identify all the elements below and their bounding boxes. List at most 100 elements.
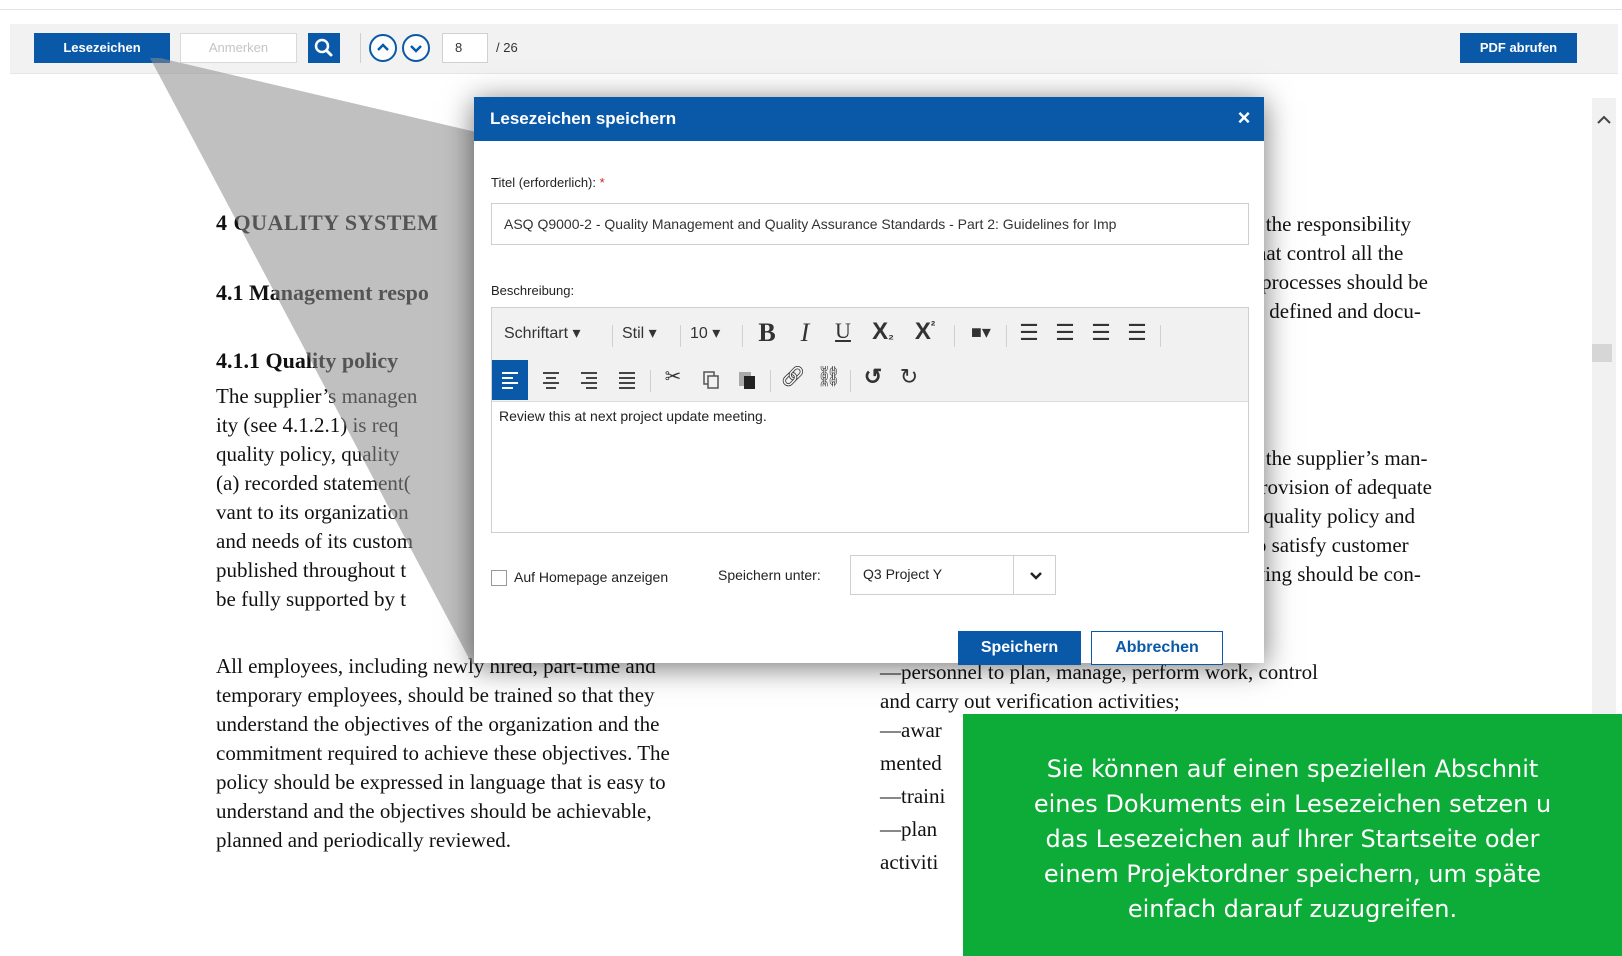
subscript-icon[interactable]: X₂ [866,318,900,346]
align-left-button[interactable] [492,360,528,400]
toolbar-separator [1160,325,1161,347]
callout-line: das Lesezeichen auf Ihrer Startseite ode… [1045,825,1540,853]
callout-line: eines Dokuments ein Lesezeichen setzen u [1033,790,1552,818]
document-text-line: l processes should be [1250,270,1428,294]
align-center-icon[interactable] [536,366,566,397]
save-under-value: Q3 Project Y [863,566,943,582]
document-text-line: policy should be expressed in language t… [216,770,666,794]
dialog-title: Lesezeichen speichern [490,109,677,128]
section-heading-4-1-1: 4.1.1 Quality policy [216,348,399,373]
cancel-button[interactable]: Abbrechen [1091,631,1223,665]
document-text-line: wing should be con- [1250,562,1421,586]
superscript-icon[interactable]: X² [908,318,942,346]
document-text-line: (a) recorded statement( [216,471,411,495]
scroll-up-icon[interactable] [1590,112,1618,132]
get-pdf-button[interactable]: PDF abrufen [1460,33,1577,63]
next-page-button[interactable] [402,34,430,62]
scrollbar-thumb[interactable] [1592,344,1612,362]
document-text-line: ts defined and docu- [1250,299,1421,323]
toolbar-separator [612,325,613,347]
document-text-line: temporary employees, should be trained s… [216,683,655,707]
bookmark-title-input[interactable]: ASQ Q9000-2 - Quality Management and Qua… [491,203,1249,245]
toolbar-separator [954,325,955,347]
dialog-header: Lesezeichen speichern × [474,97,1264,141]
toolbar-separator [742,325,743,347]
align-justify-icon[interactable] [612,366,642,397]
chevron-up-icon [377,43,389,51]
document-text-line: planned and periodically reviewed. [216,828,512,852]
size-dropdown-label: 10 [690,325,708,342]
select-divider [1013,556,1014,594]
toolbar-separator [1006,325,1007,347]
homepage-checkbox-label: Auf Homepage anzeigen [514,569,669,585]
document-text-line: The supplier’s managen [216,384,418,408]
callout-line: Sie können auf einen speziellen Abschnit [1046,755,1539,783]
document-toolbar: Lesezeichen Anmerken 8 / 26 PDF abrufen [10,24,1618,74]
toolbar-separator [650,370,651,392]
info-callout: Sie können auf einen speziellen Abschnit… [963,714,1622,956]
document-text-line: activiti [880,850,939,874]
document-text-line: —traini [880,784,946,808]
description-editor: Schriftart ▾ Stil ▾ 10 ▾ B I U X₂ X² ■▾ … [491,307,1249,533]
search-button[interactable] [308,33,340,63]
undo-icon[interactable]: ↺ [858,364,888,390]
text-color-icon[interactable]: ■▾ [962,322,1000,343]
font-dropdown-label: Schriftart [504,325,569,342]
title-label: Titel (erforderlich): * [491,175,605,190]
style-dropdown-label: Stil [622,325,645,342]
document-text-line: that control all the [1250,241,1404,265]
search-icon [314,38,333,57]
unlink-icon[interactable]: ⛓︎ [814,364,844,389]
bold-icon[interactable]: B [752,318,782,348]
previous-page-button[interactable] [369,34,397,62]
chevron-down-icon [410,45,422,53]
homepage-checkbox[interactable] [491,570,507,586]
document-text-line: —awar [880,718,942,742]
document-text-line: —plan [880,817,938,841]
page-number-input[interactable]: 8 [442,33,488,63]
description-text[interactable]: Review this at next project update meeti… [499,408,767,424]
section-heading-4-1: 4.1 Management respo [216,280,429,305]
document-text-line: quality policy, quality [216,442,400,466]
copy-icon[interactable] [696,366,726,397]
document-text-line: y the supplier’s man- [1250,446,1428,470]
document-text-line: published throughout t [216,558,407,582]
document-text-line: g the responsibility [1250,212,1411,236]
toolbar-separator [770,370,771,392]
align-right-icon[interactable] [574,366,604,397]
save-under-label: Speichern unter: [718,567,821,583]
link-icon[interactable]: 🔗︎ [778,364,808,389]
toolbar-separator [850,370,851,392]
document-text-line: s quality policy and [1250,504,1416,528]
cut-icon[interactable]: ✂ [658,364,688,389]
page-total: / 26 [496,40,518,55]
section-heading-4: 4 QUALITY SYSTEM [216,210,439,235]
document-text-line: understand and the objectives should be … [216,799,652,823]
document-text-line: be fully supported by t [216,587,407,611]
paste-icon[interactable] [732,366,762,397]
numbered-list-icon[interactable]: ☰ [1050,320,1080,346]
redo-icon[interactable]: ↻ [894,364,924,390]
italic-icon[interactable]: I [790,318,820,348]
font-dropdown[interactable]: Schriftart ▾ [504,323,581,343]
save-under-select[interactable]: Q3 Project Y [850,555,1056,595]
underline-icon[interactable]: U [828,318,858,344]
size-dropdown[interactable]: 10 ▾ [690,323,720,343]
close-icon[interactable]: × [1232,105,1256,131]
document-text-line: ity (see 4.1.2.1) is req [216,413,399,437]
style-dropdown[interactable]: Stil ▾ [622,323,657,343]
callout-line: einfach darauf zuzugreifen. [1127,895,1458,923]
chevron-down-icon[interactable] [1021,562,1051,591]
bullet-list-icon[interactable]: ☰ [1014,320,1044,346]
document-text-line: vant to its organization [216,500,409,524]
document-text-line: to satisfy customer [1250,533,1409,557]
window-top-border [0,0,1622,10]
bookmark-button[interactable]: Lesezeichen [34,33,170,63]
annotate-button[interactable]: Anmerken [180,33,297,63]
save-button[interactable]: Speichern [958,631,1081,665]
outdent-icon[interactable]: ☰ [1122,320,1152,346]
indent-icon[interactable]: ☰ [1086,320,1116,346]
document-text-line: provision of adequate [1250,475,1432,499]
document-text-line: mented [880,751,942,775]
align-left-icon [502,372,518,389]
